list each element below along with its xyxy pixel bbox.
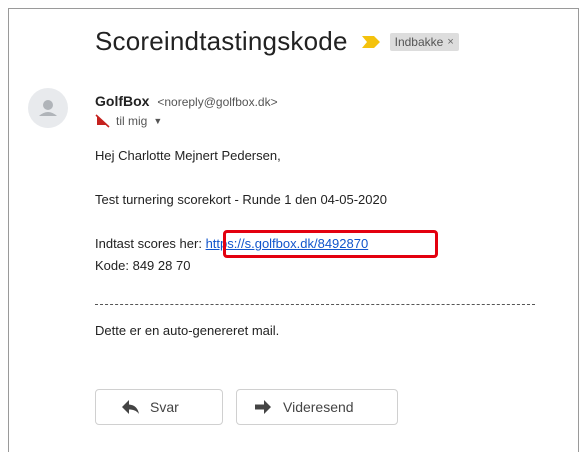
reply-button[interactable]: Svar [95, 389, 223, 425]
forward-icon [255, 400, 271, 414]
important-marker-icon[interactable] [361, 35, 380, 48]
recipient-text: til mig [116, 114, 148, 128]
dashed-divider [95, 304, 535, 305]
person-icon [39, 100, 57, 116]
footer-text: Dette er en auto-genereret mail. [95, 323, 280, 338]
avatar [28, 88, 68, 128]
link-highlight-box [223, 230, 438, 258]
inbox-label-chip: Indbakke × [389, 32, 459, 51]
subject-row: Scoreindtastingskode Indbakke × [95, 26, 459, 57]
reply-icon [122, 400, 139, 414]
remove-label-icon[interactable]: × [447, 36, 453, 48]
greeting-text: Hej Charlotte Mejnert Pedersen, [95, 148, 281, 163]
no-encryption-icon [95, 114, 110, 128]
inbox-label: Indbakke [394, 34, 444, 49]
dropdown-caret-icon: ▼ [153, 116, 163, 126]
scores-prefix: Indtast scores her: [95, 236, 202, 251]
forward-button[interactable]: Videresend [236, 389, 398, 425]
sender-line: GolfBox <noreply@golfbox.dk> [95, 93, 278, 109]
sender-email: <noreply@golfbox.dk> [157, 95, 278, 109]
reply-label: Svar [150, 399, 179, 415]
email-subject: Scoreindtastingskode [95, 26, 348, 56]
tournament-text: Test turnering scorekort - Runde 1 den 0… [95, 192, 387, 207]
sender-name: GolfBox [95, 93, 150, 109]
forward-label: Videresend [283, 399, 354, 415]
code-text: Kode: 849 28 70 [95, 258, 191, 273]
recipient-details-toggle[interactable]: til mig ▼ [95, 114, 162, 128]
